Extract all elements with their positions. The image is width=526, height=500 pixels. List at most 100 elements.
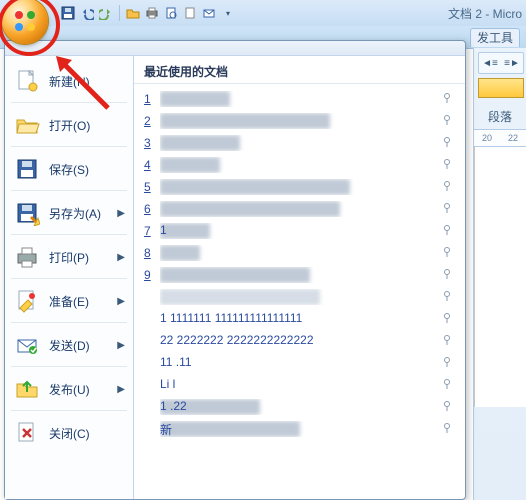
send-mail-icon	[13, 331, 41, 359]
qat-customize-dropdown[interactable]: ▾	[220, 5, 236, 21]
submenu-arrow-icon: ▶	[117, 252, 125, 263]
recent-document-item[interactable]: 1 .22	[140, 396, 459, 418]
recent-doc-name	[160, 245, 435, 261]
recent-doc-hotkey: 2	[144, 114, 154, 128]
pin-icon[interactable]	[441, 224, 455, 239]
submenu-arrow-icon: ▶	[117, 296, 125, 307]
recent-document-item[interactable]: 5	[140, 176, 459, 198]
recent-doc-hotkey: 5	[144, 180, 154, 194]
pin-icon[interactable]	[441, 268, 455, 283]
menu-item-send[interactable]: 发送(D) ▶	[5, 323, 133, 367]
pin-icon[interactable]	[441, 246, 455, 261]
recent-document-item[interactable]: 2	[140, 110, 459, 132]
recent-document-item[interactable]: 4	[140, 154, 459, 176]
ribbon-group-label: 段落	[474, 108, 526, 125]
recent-doc-name	[160, 135, 435, 151]
recent-document-item[interactable]: 71	[140, 220, 459, 242]
recent-document-item[interactable]: 6	[140, 198, 459, 220]
qat-new-icon[interactable]	[182, 5, 198, 21]
office-menu-recent-panel: 最近使用的文档 12345671891 1111111 111111111111…	[134, 41, 465, 499]
menu-item-prepare[interactable]: 准备(E) ▶	[5, 279, 133, 323]
pin-icon[interactable]	[441, 180, 455, 195]
recent-document-item[interactable]: 新	[140, 418, 459, 440]
qat-save-icon[interactable]	[60, 5, 76, 21]
new-doc-icon	[13, 67, 41, 95]
menu-item-label: 发布(U)	[49, 381, 109, 398]
qat-preview-icon[interactable]	[163, 5, 179, 21]
recent-document-item[interactable]: Li l	[140, 374, 459, 396]
recent-document-item[interactable]: 1	[140, 88, 459, 110]
recent-doc-name: 22 2222222 2222222222222	[160, 333, 435, 349]
office-menu: 新建(N) 打开(O) 保存(S) 另存为(A) ▶ 打印(P) ▶ 准备(	[4, 40, 466, 500]
submenu-arrow-icon: ▶	[117, 208, 125, 219]
recent-doc-name: 1 1111111 111111111111111	[160, 311, 435, 327]
menu-item-new[interactable]: 新建(N)	[5, 59, 133, 103]
pin-icon[interactable]	[441, 92, 455, 107]
recent-doc-name	[160, 179, 435, 195]
recent-doc-name	[160, 201, 435, 217]
qat-mail-icon[interactable]	[201, 5, 217, 21]
recent-document-item[interactable]	[140, 286, 459, 308]
recent-doc-name: 1	[160, 223, 435, 239]
menu-item-close[interactable]: 关闭(C)	[5, 411, 133, 455]
recent-doc-name	[160, 113, 435, 129]
recent-documents-list: 12345671891 1111111 11111111111111122 22…	[134, 84, 465, 499]
recent-documents-header: 最近使用的文档	[134, 59, 465, 84]
menu-item-save-as[interactable]: 另存为(A) ▶	[5, 191, 133, 235]
recent-doc-hotkey: 1	[144, 92, 154, 106]
pin-icon[interactable]	[441, 356, 455, 371]
pin-icon[interactable]	[441, 312, 455, 327]
recent-doc-name	[160, 157, 435, 173]
recent-doc-hotkey: 7	[144, 224, 154, 238]
office-menu-header-strip	[5, 41, 465, 56]
ribbon-tab-visible[interactable]: 发工具	[470, 28, 520, 47]
menu-item-label: 另存为(A)	[49, 205, 109, 222]
pin-icon[interactable]	[441, 136, 455, 151]
quick-access-toolbar: ▾	[60, 5, 236, 21]
window-title: 文档 2 - Micro	[448, 5, 522, 22]
document-page-edge	[474, 147, 526, 407]
recent-doc-hotkey: 4	[144, 158, 154, 172]
ribbon-section-right: ◄≡≡► 段落 20 22	[473, 48, 526, 500]
pin-icon[interactable]	[441, 422, 455, 437]
pin-icon[interactable]	[441, 378, 455, 393]
qat-undo-icon[interactable]	[79, 5, 95, 21]
pin-icon[interactable]	[441, 158, 455, 173]
menu-item-label: 打印(P)	[49, 249, 109, 266]
recent-doc-hotkey: 8	[144, 246, 154, 260]
publish-icon	[13, 375, 41, 403]
recent-doc-name: 1 .22	[160, 399, 435, 415]
recent-doc-name: 11 .11	[160, 355, 435, 371]
menu-item-label: 发送(D)	[49, 337, 109, 354]
qat-print-icon[interactable]	[144, 5, 160, 21]
recent-document-item[interactable]: 11 .11	[140, 352, 459, 374]
indent-controls-icon[interactable]: ◄≡≡►	[478, 52, 524, 74]
recent-document-item[interactable]: 3	[140, 132, 459, 154]
menu-item-publish[interactable]: 发布(U) ▶	[5, 367, 133, 411]
pin-icon[interactable]	[441, 114, 455, 129]
title-bar: ▾ 文档 2 - Micro	[0, 0, 526, 27]
recent-document-item[interactable]: 1 1111111 111111111111111	[140, 308, 459, 330]
office-button[interactable]	[2, 0, 48, 44]
prepare-icon	[13, 287, 41, 315]
recent-doc-name	[160, 91, 435, 107]
qat-redo-icon[interactable]	[98, 5, 114, 21]
folder-open-icon	[13, 111, 41, 139]
shading-button[interactable]	[478, 78, 524, 98]
pin-icon[interactable]	[441, 290, 455, 305]
menu-item-print[interactable]: 打印(P) ▶	[5, 235, 133, 279]
recent-document-item[interactable]: 22 2222222 2222222222222	[140, 330, 459, 352]
menu-item-open[interactable]: 打开(O)	[5, 103, 133, 147]
pin-icon[interactable]	[441, 400, 455, 415]
horizontal-ruler[interactable]: 20 22	[474, 129, 526, 147]
close-doc-icon	[13, 419, 41, 447]
save-as-icon	[13, 199, 41, 227]
pin-icon[interactable]	[441, 334, 455, 349]
menu-item-label: 保存(S)	[49, 161, 125, 178]
menu-item-label: 准备(E)	[49, 293, 109, 310]
qat-open-icon[interactable]	[125, 5, 141, 21]
recent-document-item[interactable]: 9	[140, 264, 459, 286]
pin-icon[interactable]	[441, 202, 455, 217]
menu-item-save[interactable]: 保存(S)	[5, 147, 133, 191]
recent-document-item[interactable]: 8	[140, 242, 459, 264]
